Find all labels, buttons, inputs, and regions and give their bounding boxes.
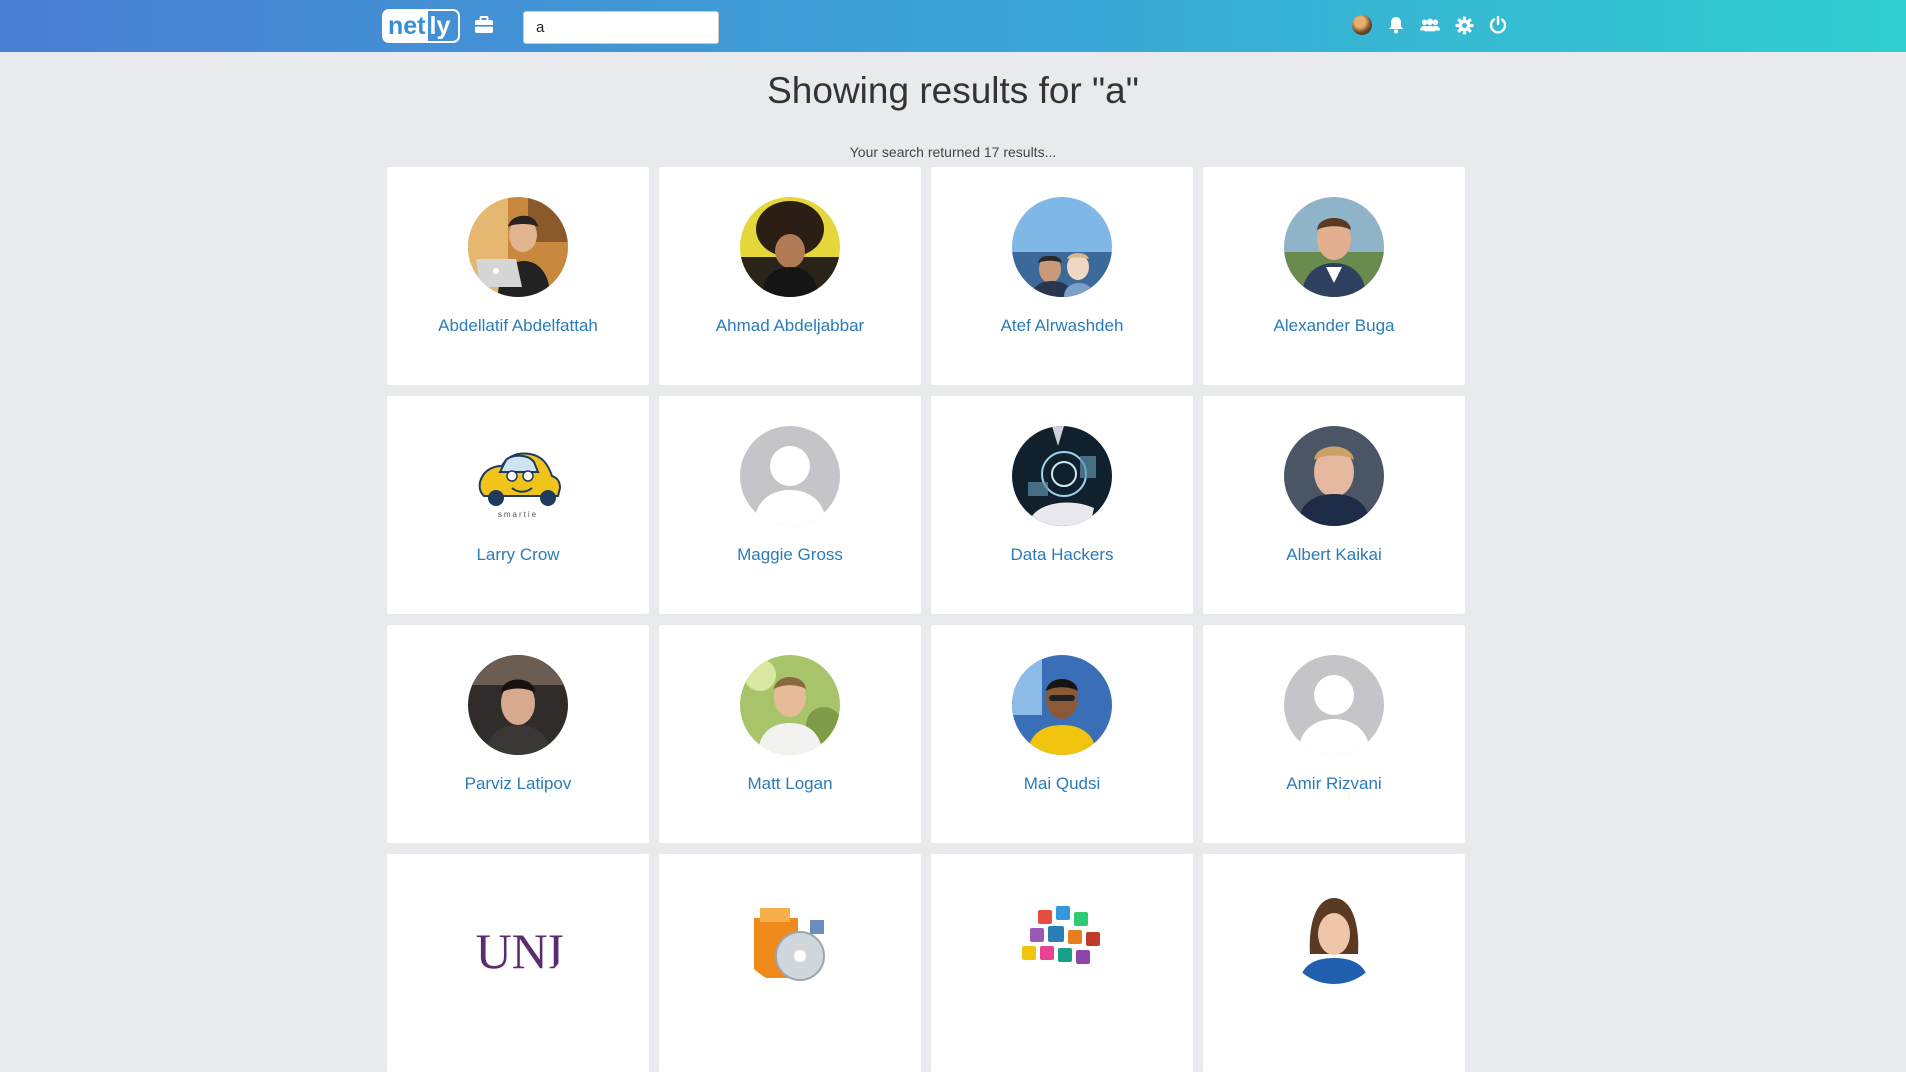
avatar: [1284, 426, 1384, 526]
avatar: [1012, 197, 1112, 297]
avatar: [468, 655, 568, 755]
gear-icon[interactable]: [1454, 14, 1474, 36]
smartie-logo-text: smartie: [498, 510, 538, 519]
result-card[interactable]: Amir Rizvani: [1203, 625, 1465, 843]
logo-text-net: net: [384, 11, 428, 41]
result-card[interactable]: [659, 854, 921, 1072]
result-name-link[interactable]: Maggie Gross: [659, 545, 921, 565]
page-title: Showing results for "a": [767, 70, 1139, 111]
result-card[interactable]: Maggie Gross: [659, 396, 921, 614]
avatar: [740, 655, 840, 755]
result-name-link[interactable]: Abdellatif Abdelfattah: [387, 316, 649, 336]
bell-icon[interactable]: [1386, 14, 1406, 36]
default-user-avatar-icon: [1284, 655, 1384, 755]
result-name-link[interactable]: Matt Logan: [659, 774, 921, 794]
result-card[interactable]: Albert Kaikai: [1203, 396, 1465, 614]
result-name-link[interactable]: Data Hackers: [931, 545, 1193, 565]
result-name-link[interactable]: Ahmad Abdeljabbar: [659, 316, 921, 336]
profile-avatar-icon[interactable]: [1352, 14, 1372, 36]
briefcase-icon[interactable]: [474, 16, 494, 39]
friends-icon[interactable]: [1420, 14, 1440, 36]
power-icon[interactable]: [1488, 14, 1508, 36]
result-card[interactable]: Ahmad Abdeljabbar: [659, 167, 921, 385]
avatar: [468, 197, 568, 297]
avatar: [1012, 426, 1112, 526]
default-user-avatar-icon: [740, 426, 840, 526]
nav-icon-group: [1352, 14, 1508, 36]
result-card[interactable]: Parviz Latipov: [387, 625, 649, 843]
avatar: [1284, 197, 1384, 297]
logo-text-ly: ly: [429, 12, 451, 40]
result-card[interactable]: UNI: [387, 854, 649, 1072]
result-card[interactable]: [1203, 854, 1465, 1072]
top-navbar: net ly: [0, 0, 1906, 52]
app-cubes-icon: [1012, 884, 1112, 984]
result-name-link[interactable]: Albert Kaikai: [1203, 545, 1465, 565]
dvd-box-icon: [740, 884, 840, 984]
result-name-link[interactable]: Mai Qudsi: [931, 774, 1193, 794]
avatar: [740, 197, 840, 297]
result-card[interactable]: [931, 854, 1193, 1072]
result-card[interactable]: Data Hackers: [931, 396, 1193, 614]
result-card[interactable]: Matt Logan: [659, 625, 921, 843]
avatar: smartie: [468, 426, 568, 526]
result-card[interactable]: Mai Qudsi: [931, 625, 1193, 843]
result-name-link[interactable]: Alexander Buga: [1203, 316, 1465, 336]
avatar: [1284, 884, 1384, 984]
avatar: [1012, 655, 1112, 755]
result-name-link[interactable]: Larry Crow: [387, 545, 649, 565]
result-card[interactable]: Alexander Buga: [1203, 167, 1465, 385]
uni-logo-text: UNI: [476, 923, 565, 979]
result-name-link[interactable]: Parviz Latipov: [387, 774, 649, 794]
search-input[interactable]: [523, 11, 719, 44]
avatar: UNI: [468, 884, 568, 984]
result-card[interactable]: Abdellatif Abdelfattah: [387, 167, 649, 385]
result-card[interactable]: Atef Alrwashdeh: [931, 167, 1193, 385]
result-name-link[interactable]: Atef Alrwashdeh: [931, 316, 1193, 336]
netly-logo[interactable]: net ly: [382, 9, 460, 43]
result-name-link[interactable]: Amir Rizvani: [1203, 774, 1465, 794]
results-count: Your search returned 17 results...: [849, 144, 1057, 160]
result-card[interactable]: smartie Larry Crow: [387, 396, 649, 614]
results-grid: Abdellatif Abdelfattah Ahmad Abdeljabbar: [387, 167, 1467, 1072]
